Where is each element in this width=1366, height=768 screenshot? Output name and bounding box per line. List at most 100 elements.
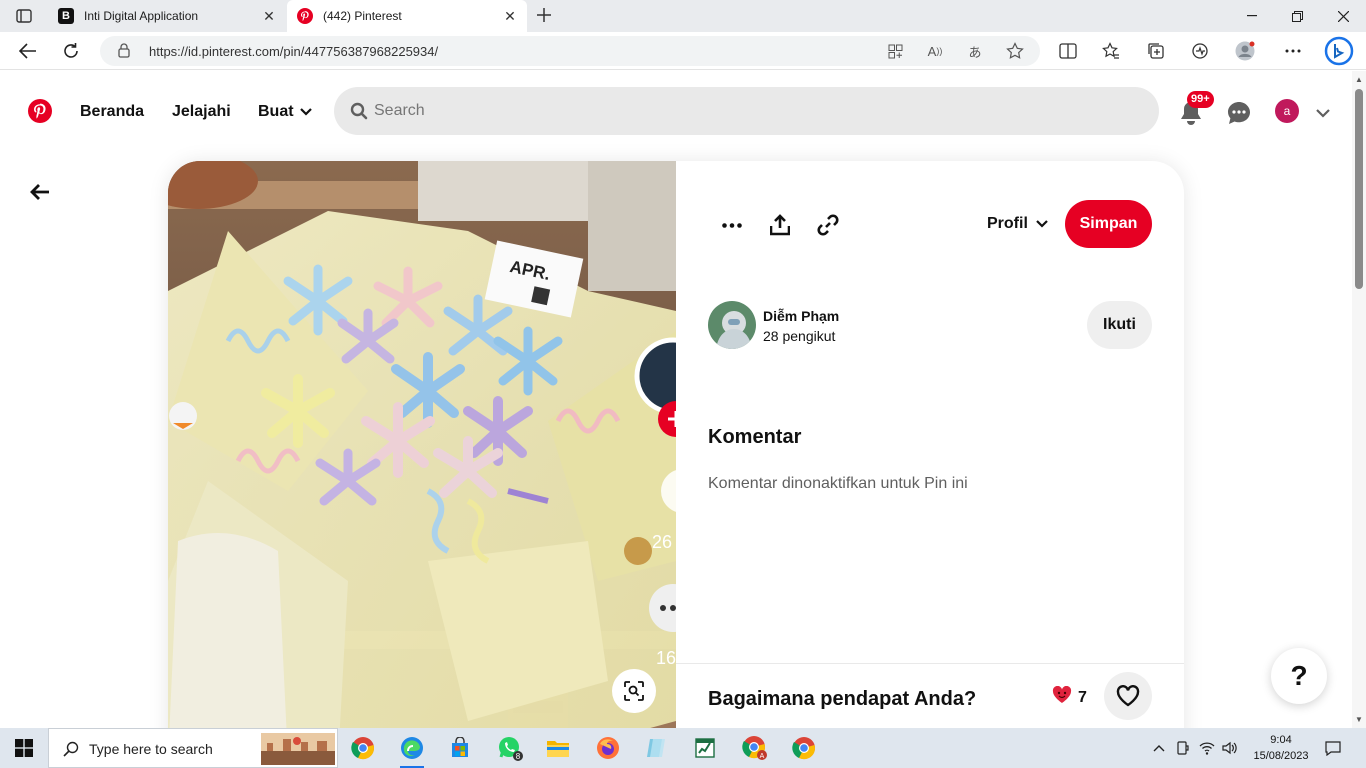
pinterest-header: Beranda Jelajahi Buat 99+ a	[0, 71, 1352, 153]
search-highlight-image[interactable]	[261, 733, 335, 765]
edge-taskbar-icon[interactable]	[392, 732, 432, 768]
follow-button[interactable]: Ikuti	[1087, 301, 1152, 349]
nav-beranda[interactable]: Beranda	[80, 103, 144, 121]
board-select-dropdown[interactable]: Profil	[987, 215, 1048, 233]
clock-time: 9:04	[1270, 734, 1292, 746]
pin-details-panel: Profil Simpan Diễm Phạm 28 pengikut Ikut…	[676, 161, 1184, 761]
translate-icon[interactable]: あ	[966, 42, 984, 60]
visual-search-lens-icon[interactable]	[612, 669, 656, 713]
more-options-icon[interactable]	[1283, 41, 1303, 61]
search-input[interactable]	[374, 99, 1134, 123]
nav-buat-dropdown[interactable]: Buat	[258, 103, 312, 121]
reaction-count: 7	[1078, 688, 1087, 706]
tab-close-icon[interactable]: ✕	[262, 8, 276, 24]
back-nav-icon[interactable]	[15, 38, 41, 64]
profile-avatar-icon[interactable]	[1235, 41, 1255, 61]
react-heart-button[interactable]	[1104, 672, 1152, 720]
refresh-icon[interactable]	[58, 38, 84, 64]
more-actions-icon[interactable]	[716, 209, 748, 241]
store-taskbar-icon[interactable]	[440, 732, 480, 764]
lock-icon[interactable]	[118, 43, 130, 63]
url-bar[interactable]: https://id.pinterest.com/pin/44775638796…	[100, 36, 1040, 66]
whatsapp-taskbar-icon[interactable]: 8	[490, 732, 530, 764]
notification-badge: 99+	[1187, 91, 1214, 108]
heart-outline-icon	[1116, 685, 1140, 707]
split-screen-icon[interactable]	[1058, 41, 1078, 61]
tab-pinterest[interactable]: (442) Pinterest ✕	[287, 0, 527, 32]
board-select-label: Profil	[987, 215, 1028, 232]
read-aloud-icon[interactable]: A))	[926, 42, 944, 60]
windows-start-icon[interactable]	[0, 728, 48, 768]
nav-buat-label: Buat	[258, 103, 294, 120]
search-icon	[350, 102, 368, 125]
pinterest-logo-icon[interactable]	[28, 99, 52, 128]
creator-avatar[interactable]	[708, 301, 756, 349]
help-button[interactable]: ?	[1271, 648, 1327, 704]
clock-date: 15/08/2023	[1253, 750, 1309, 762]
volume-icon[interactable]	[1221, 739, 1239, 757]
pin-image[interactable]: APR. 26 16	[168, 161, 676, 761]
reaction-summary[interactable]: 7	[1052, 685, 1087, 709]
chrome-taskbar-icon[interactable]	[343, 732, 383, 764]
minimize-icon[interactable]	[1229, 0, 1275, 32]
bing-chat-icon[interactable]	[1324, 36, 1354, 66]
heart-face-icon	[1052, 685, 1072, 709]
notification-center-icon[interactable]	[1324, 739, 1342, 757]
copy-link-icon[interactable]	[812, 209, 844, 241]
tab-favicon-icon: B	[58, 8, 74, 24]
tab-close-icon[interactable]: ✕	[503, 8, 517, 24]
save-button[interactable]: Simpan	[1065, 200, 1152, 248]
comments-disabled-text: Komentar dinonaktifkan untuk Pin ini	[708, 475, 968, 492]
scroll-down-icon[interactable]: ▼	[1355, 715, 1363, 724]
notes-taskbar-icon[interactable]	[636, 732, 676, 764]
tab-inti-digital[interactable]: B Inti Digital Application ✕	[48, 0, 286, 32]
device-icon[interactable]	[1174, 739, 1192, 757]
taskbar-clock[interactable]: 9:04 15/08/2023	[1246, 732, 1316, 764]
windows-taskbar: Type here to search 8 A 9:04 15/08/2023	[0, 728, 1366, 768]
tab-title: Inti Digital Application	[84, 9, 199, 23]
creator-name[interactable]: Diễm Phạm	[763, 308, 839, 324]
search-icon	[63, 741, 79, 762]
wifi-icon[interactable]	[1198, 739, 1216, 757]
favorites-icon[interactable]	[1101, 41, 1121, 61]
chrome-second-taskbar-icon[interactable]	[784, 732, 824, 764]
messages-icon[interactable]	[1226, 100, 1252, 126]
bouquet-photo: APR. 26 16	[168, 161, 676, 761]
taskbar-search-placeholder[interactable]: Type here to search	[89, 741, 213, 757]
svg-text:A: A	[760, 753, 765, 760]
chevron-up-icon[interactable]	[1150, 739, 1168, 757]
user-avatar[interactable]: a	[1275, 99, 1299, 123]
pinterest-favicon-icon	[297, 8, 313, 24]
whatsapp-badge: 8	[516, 752, 521, 761]
chevron-down-icon	[1036, 215, 1048, 233]
chevron-down-icon	[299, 103, 312, 121]
nav-jelajahi[interactable]: Jelajahi	[172, 103, 231, 121]
excel-taskbar-icon[interactable]	[685, 732, 725, 764]
comments-heading: Komentar	[708, 426, 802, 448]
url-text[interactable]: https://id.pinterest.com/pin/44775638796…	[149, 44, 438, 59]
restore-icon[interactable]	[1274, 0, 1320, 32]
search-bar[interactable]	[334, 87, 1159, 135]
address-toolbar: https://id.pinterest.com/pin/44775638796…	[0, 32, 1366, 70]
favorite-star-icon[interactable]	[1006, 42, 1024, 60]
feedback-question: Bagaimana pendapat Anda?	[708, 688, 977, 710]
share-icon[interactable]	[764, 209, 796, 241]
chrome-profile-taskbar-icon[interactable]: A	[735, 732, 775, 764]
firefox-taskbar-icon[interactable]	[588, 732, 628, 764]
page-scrollbar[interactable]: ▲ ▼	[1352, 71, 1366, 728]
overlay-count-2: 16	[656, 648, 676, 668]
close-window-icon[interactable]	[1320, 0, 1366, 32]
back-arrow-icon[interactable]	[28, 180, 52, 204]
tab-actions-icon[interactable]	[10, 6, 38, 26]
account-chevron-down-icon[interactable]	[1310, 100, 1336, 126]
collections-icon[interactable]	[1146, 41, 1166, 61]
browser-tab-bar: B Inti Digital Application ✕ (442) Pinte…	[0, 0, 1366, 32]
scroll-up-icon[interactable]: ▲	[1355, 75, 1363, 84]
new-tab-icon[interactable]	[534, 5, 554, 25]
taskbar-search[interactable]: Type here to search	[48, 728, 338, 768]
file-explorer-taskbar-icon[interactable]	[538, 732, 578, 764]
pin-card: APR. 26 16 Profil Simpan Diễm Phạm 28 pe…	[168, 161, 1184, 761]
scrollbar-thumb[interactable]	[1355, 89, 1363, 289]
performance-icon[interactable]	[1190, 41, 1210, 61]
app-available-icon[interactable]	[886, 42, 904, 60]
